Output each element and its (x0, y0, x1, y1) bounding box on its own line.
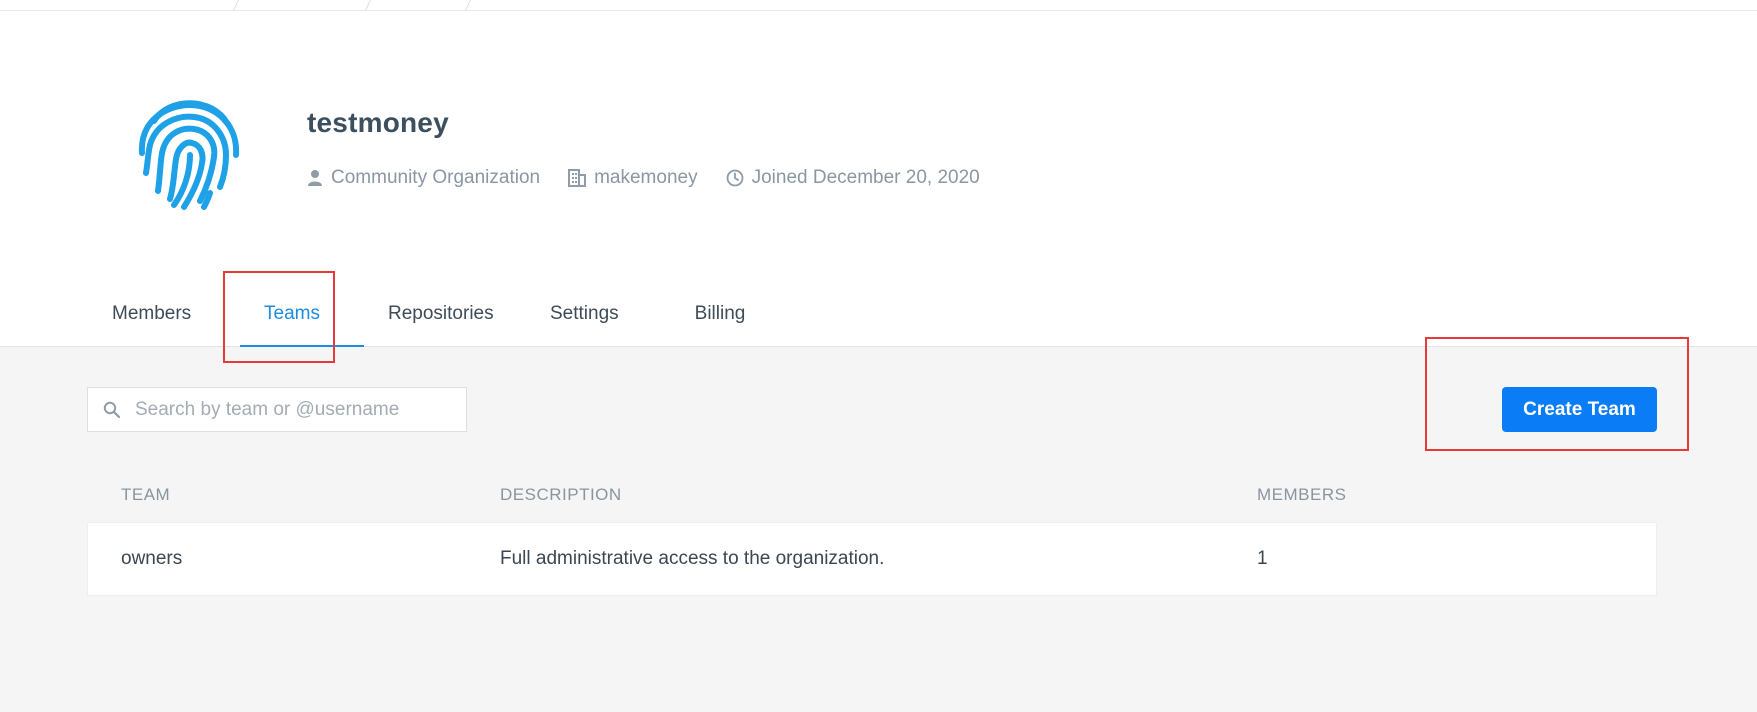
search-input[interactable] (133, 397, 457, 422)
tab-repositories[interactable]: Repositories (364, 281, 526, 347)
search-icon (103, 401, 121, 418)
team-name-cell[interactable]: owners (121, 548, 182, 570)
team-members-cell: 1 (1257, 548, 1268, 569)
org-tabs: Members Teams Repositories Settings Bill… (88, 281, 778, 347)
table-row[interactable]: owners Full administrative access to the… (87, 522, 1657, 596)
org-joined: Joined December 20, 2020 (726, 167, 980, 189)
page: testmoney Community Organization makemon… (0, 0, 1757, 712)
create-team-button[interactable]: Create Team (1502, 387, 1657, 432)
org-joined-label: Joined December 20, 2020 (751, 167, 980, 188)
tab-teams[interactable]: Teams (240, 281, 364, 347)
breadcrumb-strip (0, 0, 1757, 11)
column-header-members[interactable]: MEMBERS (1257, 485, 1346, 505)
clock-icon (726, 169, 743, 187)
tab-billing[interactable]: Billing (662, 281, 778, 347)
tab-members[interactable]: Members (88, 281, 240, 347)
search-box[interactable] (87, 387, 467, 432)
org-company: makemoney (568, 167, 698, 189)
org-type-label: Community Organization (331, 167, 541, 188)
teams-content: Create Team TEAM DESCRIPTION MEMBERS own… (0, 347, 1757, 712)
building-icon (568, 169, 587, 187)
team-description-cell: Full administrative access to the organi… (500, 548, 885, 569)
column-header-team[interactable]: TEAM (121, 485, 170, 505)
fingerprint-icon (134, 91, 244, 211)
org-type: Community Organization (307, 167, 540, 189)
org-company-label: makemoney (594, 167, 698, 188)
column-header-description[interactable]: DESCRIPTION (500, 485, 622, 505)
org-header: testmoney Community Organization makemon… (0, 11, 1757, 347)
tab-settings[interactable]: Settings (526, 281, 662, 347)
user-icon (308, 170, 322, 186)
org-name: testmoney (307, 107, 449, 138)
org-meta: Community Organization makemoney Joined … (307, 167, 1008, 189)
